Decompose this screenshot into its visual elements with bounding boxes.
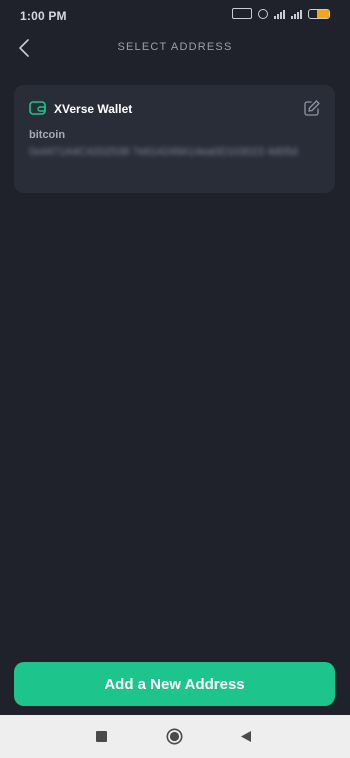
wallet-icon: [29, 101, 46, 115]
address-card[interactable]: XVerse Wallet bitcoin 0x4471A4C4202538 7…: [14, 85, 335, 193]
system-nav-bar: [0, 715, 350, 758]
status-bar: 1:00 PM: [0, 0, 350, 30]
address-value: 0x4471A4C4202538 7e614249A14ea0D103023 4…: [29, 146, 298, 158]
add-new-address-button[interactable]: Add a New Address: [14, 662, 335, 706]
chain-label: bitcoin: [29, 129, 66, 141]
signal-icon: [274, 9, 285, 19]
alarm-icon: [258, 8, 268, 19]
home-circle-icon[interactable]: [166, 728, 183, 745]
edit-icon[interactable]: [303, 99, 321, 117]
status-time: 1:00 PM: [20, 9, 67, 23]
signal-2-icon: [291, 9, 302, 19]
back-triangle-icon[interactable]: [240, 730, 252, 743]
battery-icon: [308, 8, 330, 19]
volte-icon: [232, 8, 252, 19]
wallet-name: XVerse Wallet: [54, 102, 133, 116]
recents-square-icon[interactable]: [96, 731, 107, 742]
status-icons: [232, 8, 330, 19]
header: SELECT ADDRESS: [0, 30, 350, 66]
page-title: SELECT ADDRESS: [117, 41, 233, 53]
